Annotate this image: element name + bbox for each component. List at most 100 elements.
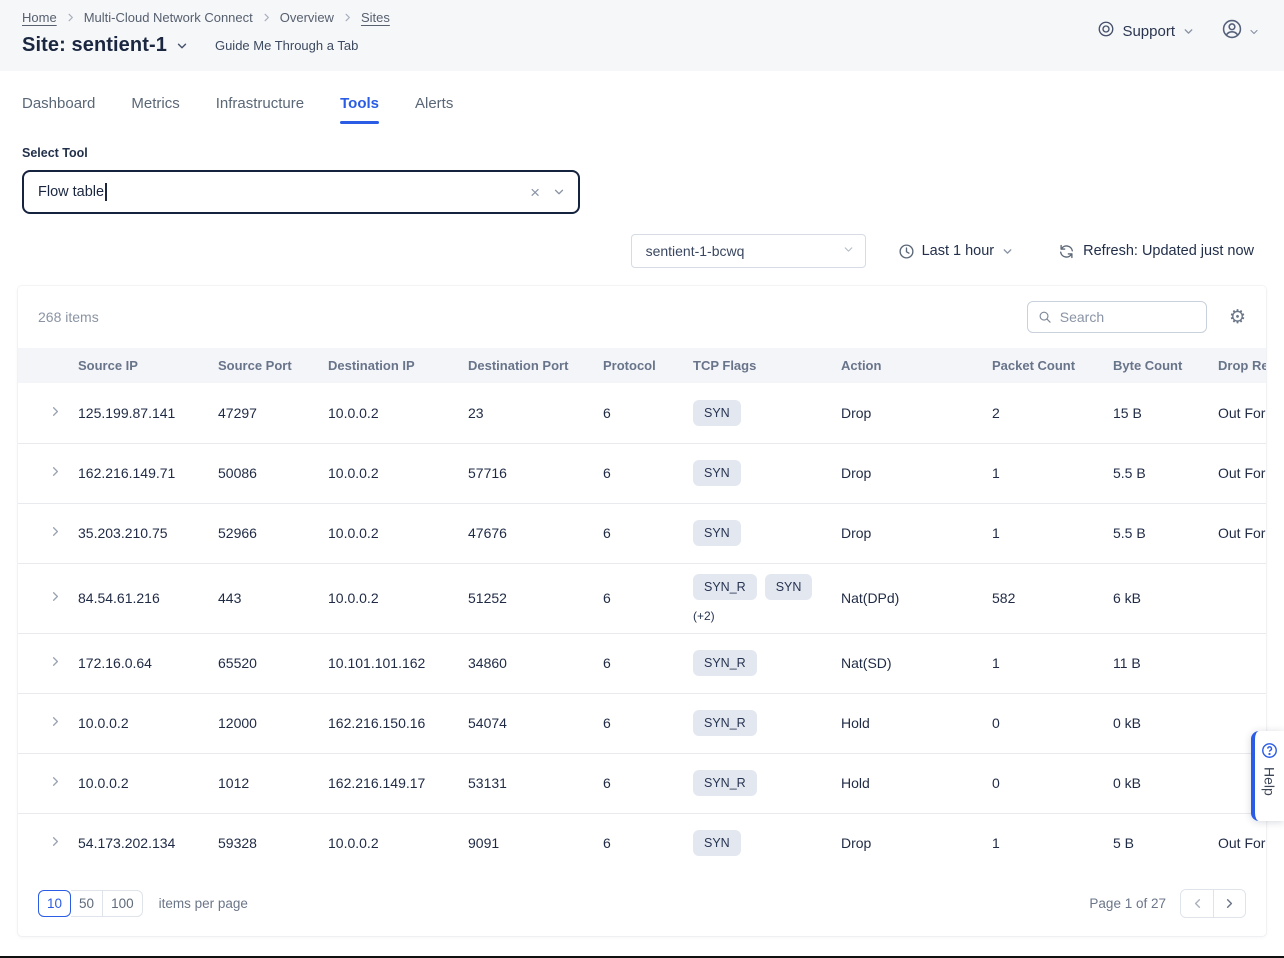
row-expand-button[interactable] [48, 524, 63, 539]
cell-protocol: 6 [603, 753, 693, 813]
cell-protocol: 6 [603, 443, 693, 503]
topbar-right: Support [1097, 18, 1260, 45]
cell-destination-port: 47676 [468, 503, 603, 563]
row-expand-button[interactable] [48, 589, 63, 604]
tcp-flag-badge: SYN [693, 520, 741, 546]
gear-icon[interactable]: ⚙ [1229, 308, 1246, 327]
cell-byte-count: 5.5 B [1113, 443, 1218, 503]
breadcrumb-item[interactable]: Overview [280, 10, 334, 25]
clear-icon[interactable]: × [530, 184, 540, 201]
cell-source-port: 1012 [218, 753, 328, 813]
cell-expander [18, 633, 78, 693]
cell-destination-ip: 10.0.0.2 [328, 503, 468, 563]
guide-me-link[interactable]: Guide Me Through a Tab [215, 38, 358, 53]
column-header: Destination IP [328, 348, 468, 383]
chevron-right-icon [261, 12, 272, 23]
cell-drop-reason: Out For [1218, 443, 1266, 503]
column-header: Source IP [78, 348, 218, 383]
row-expand-button[interactable] [48, 404, 63, 419]
page-size-group: 1050100 [38, 890, 143, 917]
page-size-100[interactable]: 100 [103, 890, 143, 917]
title-row: Site: sentient-1 Guide Me Through a Tab [22, 34, 1262, 57]
node-select-value: sentient-1-bcwq [646, 243, 745, 259]
support-label: Support [1122, 23, 1175, 40]
question-circle-icon [1261, 742, 1278, 759]
cell-packet-count: 1 [992, 813, 1113, 873]
chevron-right-icon [48, 589, 63, 604]
cell-destination-ip: 10.0.0.2 [328, 563, 468, 633]
site-title-dropdown-chevron-icon[interactable] [175, 39, 189, 53]
items-count: 268 items [38, 309, 99, 325]
clock-icon [898, 243, 915, 260]
cell-byte-count: 5.5 B [1113, 503, 1218, 563]
row-expand-button[interactable] [48, 714, 63, 729]
prev-page-button[interactable] [1181, 890, 1213, 917]
top-bar: Home Multi-Cloud Network Connect Overview S… [0, 0, 1284, 71]
breadcrumb-item[interactable]: Sites [361, 10, 390, 25]
tab-alerts[interactable]: Alerts [415, 95, 453, 124]
table-footer: 1050100 items per page Page 1 of 27 [18, 873, 1266, 936]
column-header: Source Port [218, 348, 328, 383]
time-range-selector[interactable]: Last 1 hour [898, 243, 1015, 260]
cell-source-ip: 35.203.210.75 [78, 503, 218, 563]
breadcrumb-item[interactable]: Multi-Cloud Network Connect [84, 10, 253, 25]
cell-destination-ip: 10.0.0.2 [328, 383, 468, 443]
tool-select-section: Select Tool Flow table × [0, 124, 1284, 214]
cell-destination-port: 23 [468, 383, 603, 443]
cell-destination-ip: 10.0.0.2 [328, 443, 468, 503]
header-expander [18, 348, 78, 383]
cell-packet-count: 1 [992, 503, 1113, 563]
cell-drop-reason: Out For [1218, 383, 1266, 443]
cell-expander [18, 503, 78, 563]
column-header: Drop Rea [1218, 348, 1266, 383]
tcp-flag-badge: SYN [693, 830, 741, 856]
cell-byte-count: 11 B [1113, 633, 1218, 693]
cell-protocol: 6 [603, 383, 693, 443]
pagination-nav [1180, 889, 1246, 918]
page-size-50[interactable]: 50 [71, 890, 103, 917]
tab-infrastructure[interactable]: Infrastructure [216, 95, 304, 124]
row-expand-button[interactable] [48, 834, 63, 849]
cell-drop-reason: Out For [1218, 503, 1266, 563]
chevron-left-icon [1190, 896, 1205, 911]
table-row: 10.0.0.2 12000 162.216.150.16 54074 6 SY… [18, 693, 1266, 753]
row-expand-button[interactable] [48, 654, 63, 669]
page-size-10[interactable]: 10 [38, 890, 71, 917]
tool-combobox[interactable]: Flow table × [22, 170, 580, 214]
cell-destination-port: 9091 [468, 813, 603, 873]
help-tab[interactable]: Help [1251, 731, 1284, 821]
table-scroll-area[interactable]: Source IPSource PortDestination IPDestin… [18, 348, 1266, 873]
cell-tcp-flags: SYN_RSYN(+2) [693, 563, 841, 633]
next-page-button[interactable] [1213, 890, 1245, 917]
select-tool-label: Select Tool [22, 146, 1262, 160]
breadcrumb-item[interactable]: Home [22, 10, 57, 25]
node-select-dropdown[interactable]: sentient-1-bcwq [631, 234, 866, 268]
chevron-down-icon[interactable] [552, 185, 566, 199]
help-label: Help [1262, 767, 1278, 796]
support-menu[interactable]: Support [1097, 20, 1195, 43]
cell-source-ip: 10.0.0.2 [78, 693, 218, 753]
cell-drop-reason [1218, 563, 1266, 633]
cell-expander [18, 693, 78, 753]
filter-row: sentient-1-bcwq Last 1 hour Refresh: Upd… [0, 214, 1284, 268]
column-header: Protocol [603, 348, 693, 383]
chevron-right-icon [48, 654, 63, 669]
tab-metrics[interactable]: Metrics [131, 95, 179, 124]
column-header: Packet Count [992, 348, 1113, 383]
tab-tools[interactable]: Tools [340, 95, 379, 124]
cell-byte-count: 0 kB [1113, 753, 1218, 813]
cell-packet-count: 2 [992, 383, 1113, 443]
chevron-down-icon [1248, 26, 1260, 38]
page-title: Site: sentient-1 [22, 34, 167, 57]
row-expand-button[interactable] [48, 464, 63, 479]
account-menu[interactable] [1221, 18, 1260, 45]
cell-action: Drop [841, 813, 992, 873]
row-expand-button[interactable] [48, 774, 63, 789]
chevron-right-icon [65, 12, 76, 23]
chevron-right-icon [48, 834, 63, 849]
search-input[interactable] [1060, 309, 1196, 325]
tab-dashboard[interactable]: Dashboard [22, 95, 95, 124]
tcp-flag-badge: SYN_R [693, 710, 757, 736]
cell-drop-reason [1218, 633, 1266, 693]
refresh-button[interactable]: Refresh: Updated just now [1058, 243, 1254, 260]
